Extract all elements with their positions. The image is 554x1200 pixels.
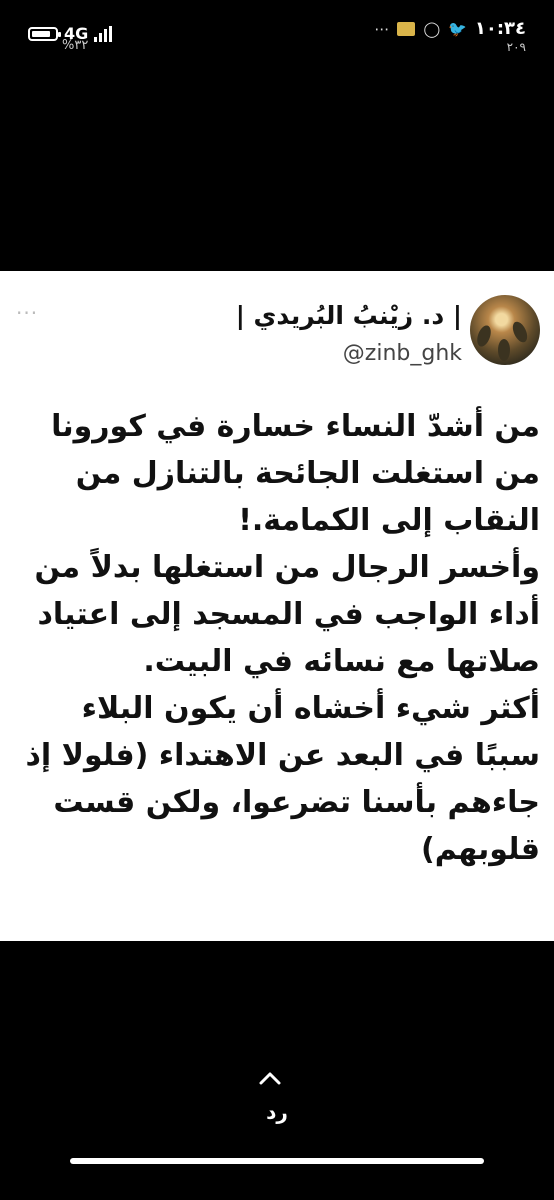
circle-icon: ◯ [423,19,441,38]
more-dots-icon: ··· [16,301,39,325]
twitter-bird-icon: 🐦 [448,19,467,38]
tweet-line: سببًا في البعد عن الاهتداء (فلولا إذ [25,738,540,773]
tweet-display-name: | د. زيْنبُ البُريدي | [235,301,462,330]
tweet-line: النقاب إلى الكمامة.! [238,503,540,538]
tweet-line: أداء الواجب في المسجد إلى اعتياد [37,597,541,632]
reply-button[interactable]: رد [0,1100,554,1124]
status-bar: 4G %٣٢ ⋯ ◯ 🐦 ١٠:٣٤ ٢٠٩ [0,0,554,70]
status-date: ٢٠٩ [506,40,526,54]
battery-icon [28,26,61,41]
tweet-line: قلوبهم) [420,832,540,867]
tweet-line: من استغلت الجائحة بالتنازل من [75,456,540,491]
tweet-line: صلاتها مع نسائه في البيت. [143,644,540,679]
tweet-line: أكثر شيء أخشاه أن يكون البلاء [81,691,540,726]
tweet-line: وأخسر الرجال من استغلها بدلاً من [34,550,540,585]
avatar [470,295,540,365]
tweet-line: من أشدّ النساء خسارة في كورونا [51,409,540,444]
signal-icon [94,25,113,42]
battery-percent: %٣٢ [62,38,89,53]
status-right: ⋯ ◯ 🐦 ١٠:٣٤ [374,18,526,39]
tweet-card[interactable]: ··· | د. زيْنبُ البُريدي | @zinb_ghk من … [0,271,554,941]
tweet-handle: @zinb_ghk [342,341,462,366]
battery-fill [32,30,50,37]
notification-app-icon [397,21,416,36]
tweet-body: من أشدّ النساء خسارة في كورونا من استغلت… [12,403,540,873]
home-indicator[interactable] [70,1158,484,1164]
tweet-line: جاءهم بأسنا تضرعوا، ولكن قست [53,785,540,820]
clock-time: ١٠:٣٤ [474,18,526,39]
more-icon: ⋯ [374,19,390,38]
chevron-up-icon[interactable] [258,1066,282,1090]
